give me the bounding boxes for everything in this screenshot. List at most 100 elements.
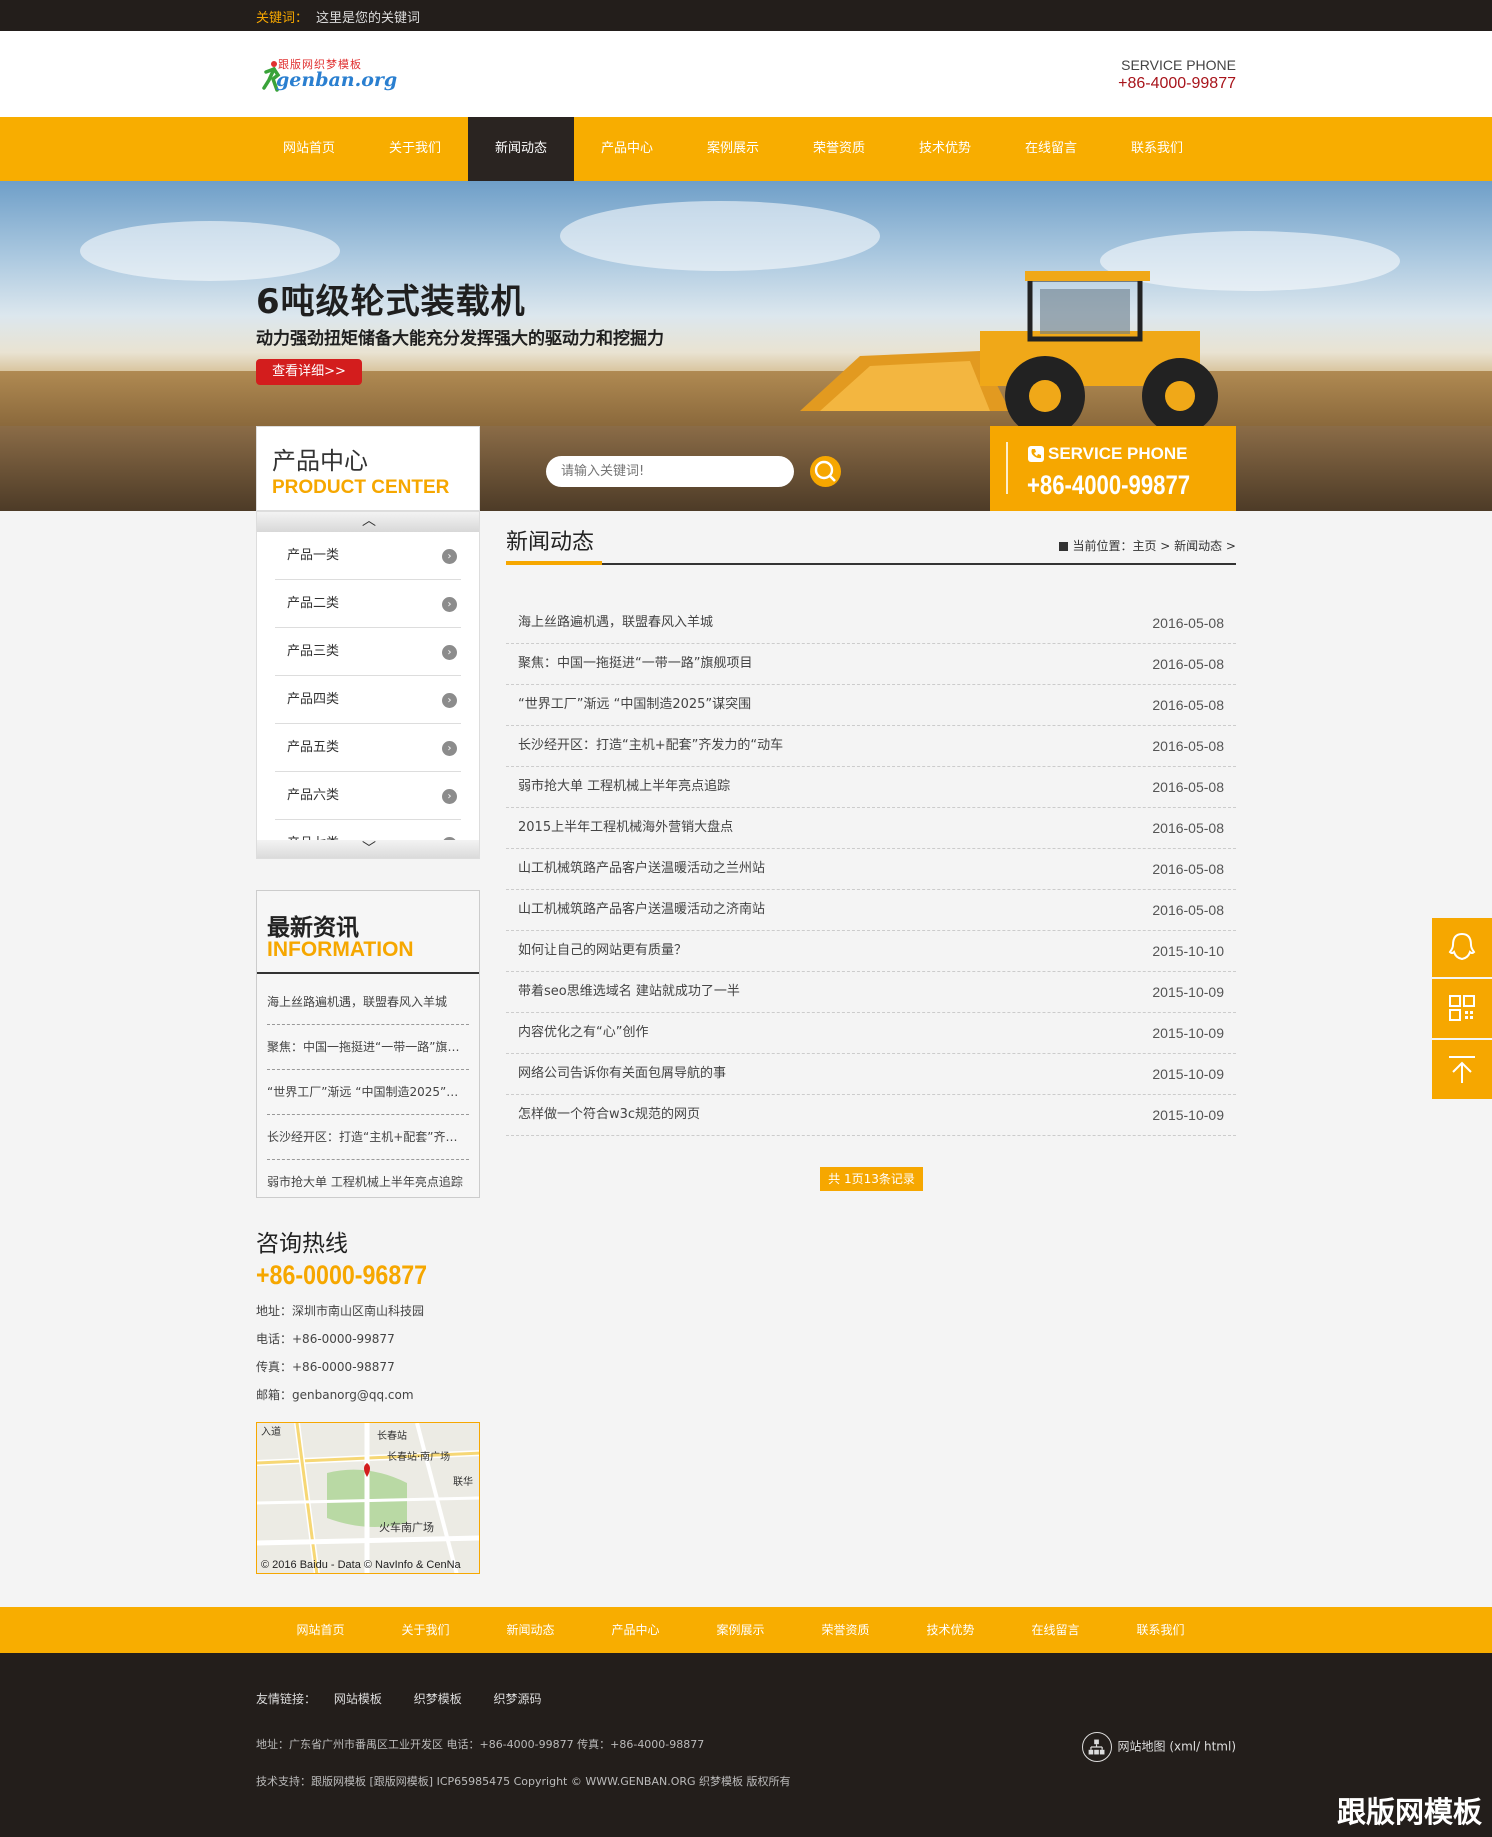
category-item[interactable]: 产品六类 › bbox=[275, 772, 461, 820]
qrcode-button[interactable] bbox=[1432, 979, 1492, 1038]
nav-item-contact[interactable]: 联系我们 bbox=[1104, 117, 1210, 181]
nav-item-products[interactable]: 产品中心 bbox=[574, 117, 680, 181]
news-item[interactable]: 如何让自己的网站更有质量？ 2015-10-10 bbox=[506, 931, 1236, 972]
wheel-loader-illustration bbox=[800, 271, 1218, 426]
service-phone-number: +86-4000-99877 bbox=[1118, 75, 1236, 92]
news-date: 2016-05-08 bbox=[1152, 615, 1224, 631]
product-category-list: ︿ 产品一类› 产品二类› 产品三类› 产品四类› 产品五类› 产品六类› 产品… bbox=[256, 511, 480, 859]
latest-item[interactable]: 弱市抢大单 工程机械上半年亮点追踪 bbox=[267, 1160, 469, 1205]
latest-item[interactable]: 聚焦：中国一拖挺进“一带一路”旗舰项目 bbox=[267, 1025, 469, 1070]
divider bbox=[1006, 442, 1008, 494]
nav-item-news[interactable]: 新闻动态 bbox=[468, 117, 574, 181]
category-item[interactable]: 产品五类 › bbox=[275, 724, 461, 772]
news-item[interactable]: “世界工厂”渐远 “中国制造2025”谋突围 2016-05-08 bbox=[506, 685, 1236, 726]
search-input[interactable] bbox=[546, 456, 794, 487]
contact-title: 咨询热线 bbox=[256, 1231, 348, 1257]
footer-nav: 网站首页 关于我们 新闻动态 产品中心 案例展示 荣誉资质 技术优势 在线留言 … bbox=[0, 1607, 1492, 1653]
nav-item-about[interactable]: 关于我们 bbox=[362, 117, 468, 181]
news-item[interactable]: 海上丝路遍机遇，联盟春风入羊城 2016-05-08 bbox=[506, 603, 1236, 644]
banner-detail-button[interactable]: 查看详细>> bbox=[256, 359, 362, 385]
nav-item-honors[interactable]: 荣誉资质 bbox=[786, 117, 892, 181]
footer-nav-cases[interactable]: 案例展示 bbox=[688, 1607, 793, 1653]
nav-item-tech[interactable]: 技术优势 bbox=[892, 117, 998, 181]
search-button[interactable] bbox=[810, 456, 841, 487]
latest-item[interactable]: “世界工厂”渐远 “中国制造2025”谋突围 bbox=[267, 1070, 469, 1115]
band-service-label: SERVICE PHONE bbox=[1048, 444, 1188, 463]
banner-title: 6吨级轮式装载机 bbox=[256, 282, 526, 322]
back-to-top-button[interactable] bbox=[1432, 1040, 1492, 1099]
news-date: 2016-05-08 bbox=[1152, 902, 1224, 918]
latest-item[interactable]: 长沙经开区：打造“主机+配套”齐发力的“动车 bbox=[267, 1115, 469, 1160]
footer-nav-home[interactable]: 网站首页 bbox=[268, 1607, 373, 1653]
news-title: 带着seo思维选域名 建站就成功了一半 bbox=[518, 984, 740, 999]
category-item[interactable]: 产品一类 › bbox=[275, 532, 461, 580]
news-item[interactable]: 聚焦：中国一拖挺进“一带一路”旗舰项目 2016-05-08 bbox=[506, 644, 1236, 685]
news-item[interactable]: 长沙经开区：打造“主机+配套”齐发力的“动车 2016-05-08 bbox=[506, 726, 1236, 767]
scroll-down-button[interactable]: ﹀ bbox=[257, 840, 479, 858]
friend-link[interactable]: 网站模板 bbox=[334, 1692, 382, 1706]
contact-phone: +86-0000-96877 bbox=[256, 1260, 428, 1290]
footer-nav-contact[interactable]: 联系我们 bbox=[1108, 1607, 1213, 1653]
chevron-right-icon: › bbox=[442, 645, 457, 660]
service-phone-label: SERVICE PHONE bbox=[1121, 57, 1236, 73]
map-copyright: © 2016 Baidu - Data © NavInfo & CenNa bbox=[261, 1559, 461, 1571]
watermark: 跟版网模板 bbox=[1336, 1795, 1482, 1829]
chevron-right-icon: › bbox=[442, 597, 457, 612]
footer-nav-message[interactable]: 在线留言 bbox=[1003, 1607, 1108, 1653]
footer-nav-products[interactable]: 产品中心 bbox=[583, 1607, 688, 1653]
news-title: 山工机械筑路产品客户送温暖活动之兰州站 bbox=[518, 861, 766, 876]
footer-nav-honors[interactable]: 荣誉资质 bbox=[793, 1607, 898, 1653]
news-item[interactable]: 弱市抢大单 工程机械上半年亮点追踪 2016-05-08 bbox=[506, 767, 1236, 808]
nav-item-message[interactable]: 在线留言 bbox=[998, 117, 1104, 181]
nav-item-home[interactable]: 网站首页 bbox=[256, 117, 362, 181]
footer-nav-tech[interactable]: 技术优势 bbox=[898, 1607, 1003, 1653]
qrcode-icon bbox=[1449, 995, 1475, 1021]
news-item[interactable]: 2015上半年工程机械海外营销大盘点 2016-05-08 bbox=[506, 808, 1236, 849]
chevron-right-icon: › bbox=[442, 549, 457, 564]
contact-block: 咨询热线 +86-0000-96877 地址：深圳市南山区南山科技园 电话：+8… bbox=[256, 1224, 480, 1409]
category-item[interactable]: 产品三类 › bbox=[275, 628, 461, 676]
friend-link[interactable]: 织梦源码 bbox=[494, 1692, 542, 1706]
footer-address: 地址：广东省广州市番禺区工业开发区 电话：+86-4000-99877 传真：+… bbox=[256, 1738, 705, 1751]
latest-item[interactable]: 海上丝路遍机遇，联盟春风入羊城 bbox=[267, 980, 469, 1025]
footer-nav-about[interactable]: 关于我们 bbox=[373, 1607, 478, 1653]
friend-link[interactable]: 织梦模板 bbox=[414, 1692, 462, 1706]
news-item[interactable]: 带着seo思维选域名 建站就成功了一半 2015-10-09 bbox=[506, 972, 1236, 1013]
map-label: 入道 bbox=[261, 1427, 281, 1438]
qq-button[interactable] bbox=[1432, 918, 1492, 977]
logo-en-text: genban.org bbox=[276, 69, 398, 91]
news-date: 2016-05-08 bbox=[1152, 656, 1224, 672]
pagination-info: 共 1页13条记录 bbox=[820, 1167, 923, 1191]
keyword-text: 这里是您的关键词 bbox=[316, 11, 421, 26]
site-logo[interactable]: 跟版网织梦模板 genban.org bbox=[262, 56, 397, 94]
baidu-map[interactable]: 入道 长春站 长春站·南广场 联华 火车南广场 © 2016 Baidu - D… bbox=[256, 1422, 480, 1574]
chevron-down-icon: ﹀ bbox=[362, 841, 376, 857]
news-date: 2015-10-09 bbox=[1152, 984, 1224, 1000]
footer-nav-news[interactable]: 新闻动态 bbox=[478, 1607, 583, 1653]
scroll-up-button[interactable]: ︿ bbox=[257, 512, 479, 532]
friend-links-label: 友情链接： bbox=[256, 1692, 317, 1706]
category-item[interactable]: 产品二类 › bbox=[275, 580, 461, 628]
news-item[interactable]: 内容优化之有“心”创作 2015-10-09 bbox=[506, 1013, 1236, 1054]
nav-item-cases[interactable]: 案例展示 bbox=[680, 117, 786, 181]
news-title: 网络公司告诉你有关面包屑导航的事 bbox=[518, 1066, 727, 1081]
news-item[interactable]: 怎样做一个符合w3c规范的网页 2015-10-09 bbox=[506, 1095, 1236, 1136]
site-header: 跟版网织梦模板 genban.org SERVICE PHONE +86-400… bbox=[0, 31, 1492, 117]
category-item[interactable]: 产品四类 › bbox=[275, 676, 461, 724]
chevron-up-icon: ︿ bbox=[362, 513, 376, 529]
chevron-right-icon: › bbox=[442, 693, 457, 708]
news-title: 山工机械筑路产品客户送温暖活动之济南站 bbox=[518, 902, 766, 917]
news-date: 2015-10-09 bbox=[1152, 1025, 1224, 1041]
chevron-right-icon: › bbox=[442, 741, 457, 756]
news-item[interactable]: 山工机械筑路产品客户送温暖活动之济南站 2016-05-08 bbox=[506, 890, 1236, 931]
news-item[interactable]: 山工机械筑路产品客户送温暖活动之兰州站 2016-05-08 bbox=[506, 849, 1236, 890]
floating-toolbar bbox=[1432, 918, 1492, 1101]
product-center-title-cn: 产品中心 bbox=[272, 447, 368, 475]
title-underline-accent bbox=[506, 561, 602, 565]
divider bbox=[257, 972, 479, 974]
site-footer: 友情链接： 网站模板 织梦模板 织梦源码 地址：广东省广州市番禺区工业开发区 电… bbox=[0, 1653, 1492, 1837]
news-list: 海上丝路遍机遇，联盟春风入羊城 2016-05-08 聚焦：中国一拖挺进“一带一路”… bbox=[506, 603, 1236, 1136]
news-item[interactable]: 网络公司告诉你有关面包屑导航的事 2015-10-09 bbox=[506, 1054, 1236, 1095]
sitemap-icon bbox=[1081, 1732, 1112, 1762]
sitemap-link[interactable]: 网站地图 (xml/ html) bbox=[1081, 1732, 1236, 1762]
